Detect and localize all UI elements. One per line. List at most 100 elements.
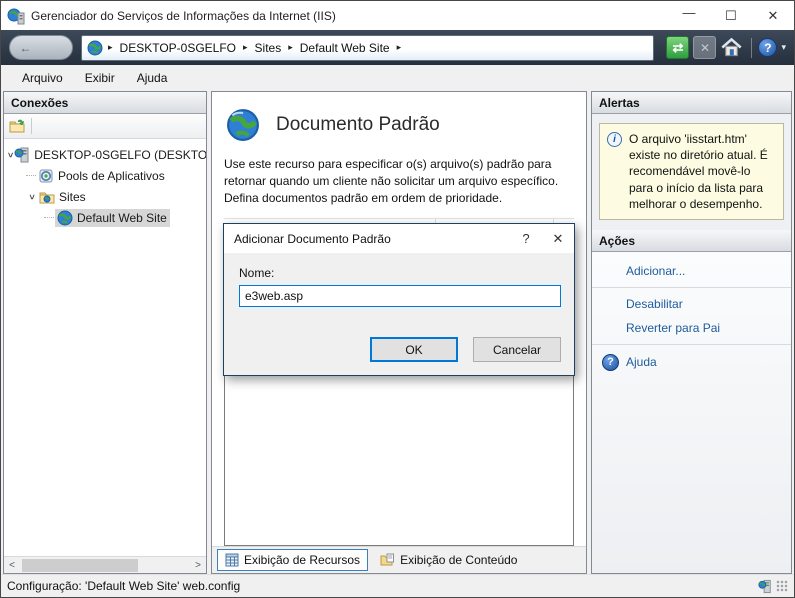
dialog-help-button[interactable]: ? xyxy=(510,224,542,253)
dialog-title: Adicionar Documento Padrão xyxy=(234,232,510,246)
tree-item-app-pools[interactable]: Pools de Aplicativos xyxy=(4,165,206,186)
selected-tree-item[interactable]: Default Web Site xyxy=(55,209,170,227)
navigation-toolbar: ← → ▸ DESKTOP-0SGELFO ▸ Sites ▸ Default … xyxy=(1,30,794,65)
help-icon: ? xyxy=(758,38,777,57)
toolbar-separator xyxy=(751,38,752,58)
action-reverter[interactable]: Reverter para Pai xyxy=(592,316,791,340)
menu-ajuda[interactable]: Ajuda xyxy=(126,67,179,89)
connections-header: Conexões xyxy=(4,92,206,114)
breadcrumb-arrow-icon: ▸ xyxy=(288,42,293,53)
feature-globe-icon xyxy=(226,108,260,142)
status-bar: Configuração: 'Default Web Site' web.con… xyxy=(1,574,794,597)
actions-panel: Alertas i O arquivo 'iisstart.htm' exist… xyxy=(591,91,792,574)
actions-separator xyxy=(592,344,791,345)
breadcrumb[interactable]: ▸ DESKTOP-0SGELFO ▸ Sites ▸ Default Web … xyxy=(81,35,654,61)
tab-label: Exibição de Conteúdo xyxy=(400,553,517,567)
help-label: Ajuda xyxy=(626,355,657,369)
action-adicionar[interactable]: Adicionar... xyxy=(592,259,791,283)
breadcrumb-item-sites[interactable]: Sites xyxy=(253,39,284,57)
tree-item-label: Default Web Site xyxy=(77,211,167,225)
help-icon: ? xyxy=(522,231,529,246)
dialog-title-bar: Adicionar Documento Padrão ? ✕ xyxy=(224,224,574,253)
ok-button[interactable]: OK xyxy=(370,337,458,362)
chevron-expanded-icon[interactable]: > xyxy=(27,191,37,203)
name-label: Nome: xyxy=(239,266,574,280)
home-button[interactable] xyxy=(720,36,743,59)
scrollbar-thumb[interactable] xyxy=(22,559,138,572)
horizontal-scrollbar[interactable]: < > xyxy=(4,556,206,573)
breadcrumb-item-default-web-site[interactable]: Default Web Site xyxy=(298,39,392,57)
nav-buttons: ← → xyxy=(9,35,73,60)
alerts-header: Alertas xyxy=(592,92,791,114)
dialog-buttons: OK Cancelar xyxy=(370,337,561,362)
tree-item-label: DESKTOP-0SGELFO (DESKTOP xyxy=(34,148,206,162)
status-text: Configuração: 'Default Web Site' web.con… xyxy=(7,579,240,593)
tab-label: Exibição de Recursos xyxy=(244,553,360,567)
help-icon: ? xyxy=(602,354,619,371)
close-icon: ✕ xyxy=(553,231,564,247)
content-view-icon xyxy=(380,553,395,567)
alert-message-box: i O arquivo 'iisstart.htm' existe no dir… xyxy=(599,123,784,220)
breadcrumb-item-server[interactable]: DESKTOP-0SGELFO xyxy=(118,39,238,57)
action-desabilitar[interactable]: Desabilitar xyxy=(592,292,791,316)
name-input[interactable] xyxy=(239,285,561,307)
menu-exibir[interactable]: Exibir xyxy=(74,67,126,89)
actions-header: Ações xyxy=(592,230,791,252)
page-title: Documento Padrão xyxy=(276,114,440,136)
iis-manager-window: Gerenciador do Serviços de Informações d… xyxy=(0,0,795,598)
tree-connector xyxy=(26,175,36,176)
web-site-globe-icon xyxy=(57,210,73,226)
globe-icon xyxy=(87,40,103,56)
resize-grip[interactable] xyxy=(776,580,788,592)
menu-arquivo[interactable]: Arquivo xyxy=(11,67,74,89)
scroll-left-icon[interactable]: < xyxy=(4,560,20,571)
feature-description: Use este recurso para especificar o(s) a… xyxy=(224,156,580,207)
window-title: Gerenciador do Serviços de Informações d… xyxy=(31,9,668,23)
view-tabs: Exibição de Recursos Exibição de Conteúd… xyxy=(212,546,586,573)
close-button[interactable]: ✕ xyxy=(752,1,794,30)
tab-content-view[interactable]: Exibição de Conteúdo xyxy=(373,550,524,570)
action-ajuda[interactable]: ? Ajuda xyxy=(592,349,791,376)
features-view-icon xyxy=(225,553,239,567)
status-server-icon xyxy=(758,579,772,594)
tree-item-default-web-site[interactable]: Default Web Site xyxy=(4,207,206,228)
scroll-right-icon[interactable]: > xyxy=(190,560,206,571)
connections-tree: > DESKTOP-0SGELFO (DESKTOP xyxy=(4,139,206,556)
tree-item-server[interactable]: > DESKTOP-0SGELFO (DESKTOP xyxy=(4,144,206,165)
toolbar-separator xyxy=(31,118,32,134)
tree-item-label: Pools de Aplicativos xyxy=(58,169,165,183)
sites-folder-icon xyxy=(39,189,55,205)
breadcrumb-arrow-icon: ▸ xyxy=(243,42,248,53)
connections-toolbar xyxy=(4,114,206,139)
tab-features-view[interactable]: Exibição de Recursos xyxy=(217,549,368,571)
minimize-button[interactable]: — xyxy=(668,1,710,30)
stop-button-disabled: ✕ xyxy=(693,36,716,59)
server-icon xyxy=(14,147,30,163)
application-pools-icon xyxy=(38,168,54,184)
breadcrumb-arrow-icon: ▸ xyxy=(397,42,402,53)
chevron-down-icon: ▾ xyxy=(781,42,786,53)
stop-icon: ✕ xyxy=(700,41,710,55)
help-menu-button[interactable]: ? ▾ xyxy=(758,38,786,57)
feature-header: Documento Padrão xyxy=(224,104,574,144)
add-default-document-dialog: Adicionar Documento Padrão ? ✕ Nome: OK … xyxy=(223,223,575,376)
refresh-button[interactable]: ⇄ xyxy=(666,36,689,59)
save-connections-icon[interactable] xyxy=(9,118,25,134)
chevron-expanded-icon[interactable]: > xyxy=(6,152,16,157)
app-icon xyxy=(7,7,25,25)
forward-icon[interactable]: → xyxy=(51,41,63,55)
info-icon: i xyxy=(607,132,622,147)
actions-list: Adicionar... Desabilitar Reverter para P… xyxy=(592,252,791,573)
menu-bar: Arquivo Exibir Ajuda xyxy=(1,65,794,91)
connections-panel: Conexões > xyxy=(3,91,207,574)
tree-item-sites[interactable]: > Sites xyxy=(4,186,206,207)
actions-separator xyxy=(592,287,791,288)
tree-item-label: Sites xyxy=(59,190,86,204)
dialog-close-button[interactable]: ✕ xyxy=(542,224,574,253)
refresh-icon: ⇄ xyxy=(673,40,684,56)
breadcrumb-arrow-icon: ▸ xyxy=(108,42,113,53)
cancel-button[interactable]: Cancelar xyxy=(473,337,561,362)
back-icon[interactable]: ← xyxy=(20,41,32,55)
maximize-button[interactable]: ☐ xyxy=(710,1,752,30)
alert-text: O arquivo 'iisstart.htm' existe no diret… xyxy=(629,131,776,212)
